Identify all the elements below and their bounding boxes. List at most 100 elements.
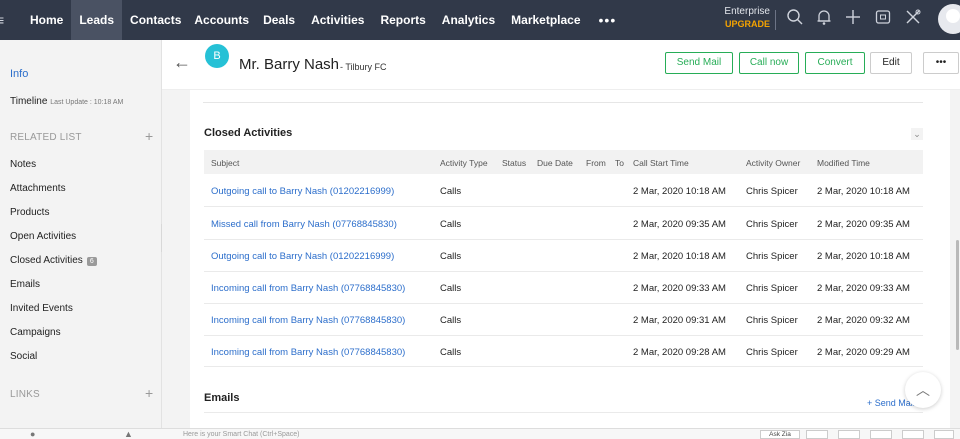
activity-subject-link[interactable]: Incoming call from Barry Nash (077688458… (211, 347, 405, 358)
bottom-tool-button[interactable] (870, 430, 892, 439)
activity-subject-link[interactable]: Incoming call from Barry Nash (077688458… (211, 283, 405, 294)
activity-owner: Chris Spicer (746, 283, 798, 294)
sidebar-item-closed-activities[interactable]: Closed Activities 6 (10, 255, 97, 266)
plus-icon[interactable] (844, 8, 866, 30)
column-from[interactable]: From (586, 158, 606, 168)
upgrade-link[interactable]: UPGRADE (706, 19, 770, 29)
left-sidebar: Info Timeline Last Update : 10:18 AM REL… (0, 40, 162, 428)
sidebar-item-label: Closed Activities (10, 255, 83, 266)
nav-reports[interactable]: Reports (372, 0, 433, 40)
activity-type: Calls (440, 347, 462, 358)
chat-icon[interactable]: ● (30, 429, 40, 439)
column-status[interactable]: Status (502, 158, 526, 168)
activity-type: Calls (440, 186, 462, 197)
nav-more-icon[interactable]: ••• (589, 12, 627, 28)
send-mail-button[interactable]: Send Mail (665, 52, 733, 74)
back-arrow-icon[interactable]: ← (173, 52, 191, 73)
bottom-tool-button[interactable] (934, 430, 954, 439)
convert-button[interactable]: Convert (805, 52, 865, 74)
nav-marketplace[interactable]: Marketplace (503, 0, 588, 40)
bottom-tool-button[interactable] (806, 430, 828, 439)
call-start-time: 2 Mar, 2020 09:28 AM (633, 347, 726, 358)
closed-activities-title: Closed Activities (204, 127, 293, 139)
sidebar-timeline[interactable]: Timeline Last Update : 10:18 AM (10, 96, 123, 107)
bottom-tool-button[interactable] (838, 430, 860, 439)
bottom-tool-button[interactable] (902, 430, 924, 439)
menu-icon[interactable]: ≡ (0, 12, 10, 28)
row-divider (204, 412, 923, 413)
column-to[interactable]: To (615, 158, 624, 168)
sidebar-timeline-label: Timeline (10, 96, 48, 107)
user-avatar[interactable] (938, 4, 960, 34)
activity-owner: Chris Spicer (746, 219, 798, 230)
sidebar-item-emails[interactable]: Emails (10, 279, 40, 290)
activity-type: Calls (440, 315, 462, 326)
call-start-time: 2 Mar, 2020 09:33 AM (633, 283, 726, 294)
activity-subject-link[interactable]: Outgoing call to Barry Nash (01202216999… (211, 251, 394, 262)
activity-owner: Chris Spicer (746, 315, 798, 326)
calendar-icon[interactable] (874, 8, 896, 30)
call-start-time: 2 Mar, 2020 10:18 AM (633, 251, 726, 262)
column-activity-type[interactable]: Activity Type (440, 158, 488, 168)
smart-chat-input[interactable]: Here is your Smart Chat (Ctrl+Space) (183, 431, 300, 438)
record-avatar: B (205, 44, 229, 68)
tools-icon[interactable] (904, 8, 926, 30)
activity-owner: Chris Spicer (746, 347, 798, 358)
activity-subject-link[interactable]: Incoming call from Barry Nash (077688458… (211, 315, 405, 326)
nav-home[interactable]: Home (22, 0, 71, 40)
related-list-add-icon[interactable]: + (145, 128, 153, 144)
modified-time: 2 Mar, 2020 09:35 AM (817, 219, 910, 230)
nav-accounts[interactable]: Accounts (189, 0, 257, 40)
modified-time: 2 Mar, 2020 09:33 AM (817, 283, 910, 294)
column-call-start-time[interactable]: Call Start Time (633, 158, 689, 168)
row-divider (204, 271, 923, 272)
nav-activities[interactable]: Activities (303, 0, 372, 40)
call-start-time: 2 Mar, 2020 10:18 AM (633, 186, 726, 197)
column-modified-time[interactable]: Modified Time (817, 158, 870, 168)
nav-contacts[interactable]: Contacts (122, 0, 189, 40)
bell-icon[interactable] (815, 8, 837, 30)
sidebar-item-invited-events[interactable]: Invited Events (10, 303, 73, 314)
activity-subject-link[interactable]: Outgoing call to Barry Nash (01202216999… (211, 186, 394, 197)
column-due-date[interactable]: Due Date (537, 158, 573, 168)
activity-type: Calls (440, 251, 462, 262)
row-divider (204, 239, 923, 240)
more-actions-button[interactable]: ••• (923, 52, 959, 74)
ask-zia-button[interactable]: Ask Zia (760, 430, 800, 439)
sidebar-timeline-updated: Last Update : 10:18 AM (50, 99, 124, 106)
emails-title: Emails (204, 392, 240, 404)
sidebar-item-campaigns[interactable]: Campaigns (10, 327, 61, 338)
scrollbar[interactable] (956, 240, 959, 350)
sidebar-item-attachments[interactable]: Attachments (10, 183, 66, 194)
chevron-down-icon[interactable]: ⌄ (911, 128, 923, 140)
edit-button[interactable]: Edit (870, 52, 912, 74)
edition-info: Enterprise UPGRADE (706, 6, 770, 29)
sidebar-item-open-activities[interactable]: Open Activities (10, 231, 76, 242)
sidebar-item-notes[interactable]: Notes (10, 159, 36, 170)
call-now-button[interactable]: Call now (739, 52, 799, 74)
modified-time: 2 Mar, 2020 10:18 AM (817, 186, 910, 197)
search-icon[interactable] (786, 8, 808, 30)
sidebar-info[interactable]: Info (10, 68, 28, 80)
contacts-icon[interactable]: ▲ (124, 429, 134, 439)
call-start-time: 2 Mar, 2020 09:31 AM (633, 315, 726, 326)
activity-subject-link[interactable]: Missed call from Barry Nash (07768845830… (211, 219, 397, 230)
scroll-to-top-button[interactable]: ︿ (905, 372, 941, 408)
activity-owner: Chris Spicer (746, 186, 798, 197)
row-divider (204, 303, 923, 304)
links-heading: LINKS (10, 389, 40, 400)
modified-time: 2 Mar, 2020 09:32 AM (817, 315, 910, 326)
nav-leads[interactable]: Leads (71, 0, 123, 40)
links-add-icon[interactable]: + (145, 385, 153, 401)
sidebar-item-social[interactable]: Social (10, 351, 37, 362)
column-activity-owner[interactable]: Activity Owner (746, 158, 800, 168)
closed-activities-count-badge: 6 (86, 257, 97, 266)
activity-type: Calls (440, 219, 462, 230)
column-subject[interactable]: Subject (211, 158, 239, 168)
nav-deals[interactable]: Deals (257, 0, 303, 40)
call-start-time: 2 Mar, 2020 09:35 AM (633, 219, 726, 230)
nav-analytics[interactable]: Analytics (434, 0, 503, 40)
record-organization: - Tilbury FC (340, 62, 387, 72)
row-divider (204, 335, 923, 336)
sidebar-item-products[interactable]: Products (10, 207, 49, 218)
